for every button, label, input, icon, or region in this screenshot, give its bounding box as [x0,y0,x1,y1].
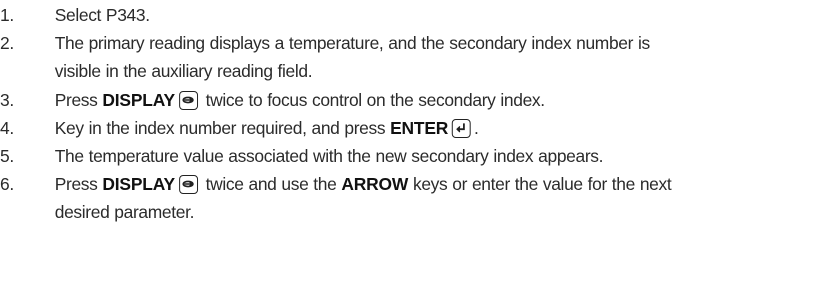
step-text: Press DISPLAY twice and use the ARROW ke… [55,170,810,226]
step-4: 4. Key in the index number required, and… [0,114,810,142]
enter-key-icon [452,118,472,138]
step-number: 5. [0,146,14,167]
step-text-post: keys or enter the value for the next [412,174,672,195]
step-text: Press DISPLAY twice to focus control on … [55,86,810,114]
step-text: Key in the index number required, and pr… [55,114,810,142]
step-text-line-2: visible in the auxiliary reading field. [54,61,313,82]
step-3: 3. Press DISPLAY twice to focus control … [0,86,810,114]
display-key-icon [178,175,198,195]
step-text-pre: Key in the index number required, and pr… [54,117,386,138]
display-keyword: DISPLAY [102,174,175,195]
step-number: 2. [0,33,14,54]
step-1: 1. Select P343. [0,1,810,29]
instruction-document: 1. Select P343. 2. The primary reading d… [0,0,814,283]
step-text: The primary reading displays a temperatu… [55,29,810,85]
step-number: 3. [0,89,14,110]
step-2: 2. The primary reading displays a temper… [0,29,810,85]
step-text-pre: Press [54,174,98,195]
step-6: 6. Press DISPLAY twice and use the ARROW… [0,170,810,226]
display-keyword: DISPLAY [102,89,175,110]
step-5: 5. The temperature value associated with… [0,142,810,170]
step-number: 4. [0,117,14,138]
step-text-line-1: Press DISPLAY twice and use the ARROW ke… [55,170,810,198]
step-text-mid: twice and use the [205,174,337,195]
step-text-line-1: The primary reading displays a temperatu… [54,33,650,54]
step-text: The temperature value associated with th… [54,146,604,167]
step-text: Select P343. [54,5,150,25]
step-text-line-2: desired parameter. [54,202,195,223]
step-list: 1. Select P343. 2. The primary reading d… [0,1,814,227]
display-key-icon [178,90,198,110]
enter-keyword: ENTER [390,117,449,138]
step-number: 6. [0,174,14,195]
step-text-post: twice to focus control on the secondary … [205,89,545,110]
step-number: 1. [0,5,14,25]
step-text-pre: Press [54,89,98,110]
arrow-keyword: ARROW [341,174,409,195]
step-text-post: . [474,117,479,138]
